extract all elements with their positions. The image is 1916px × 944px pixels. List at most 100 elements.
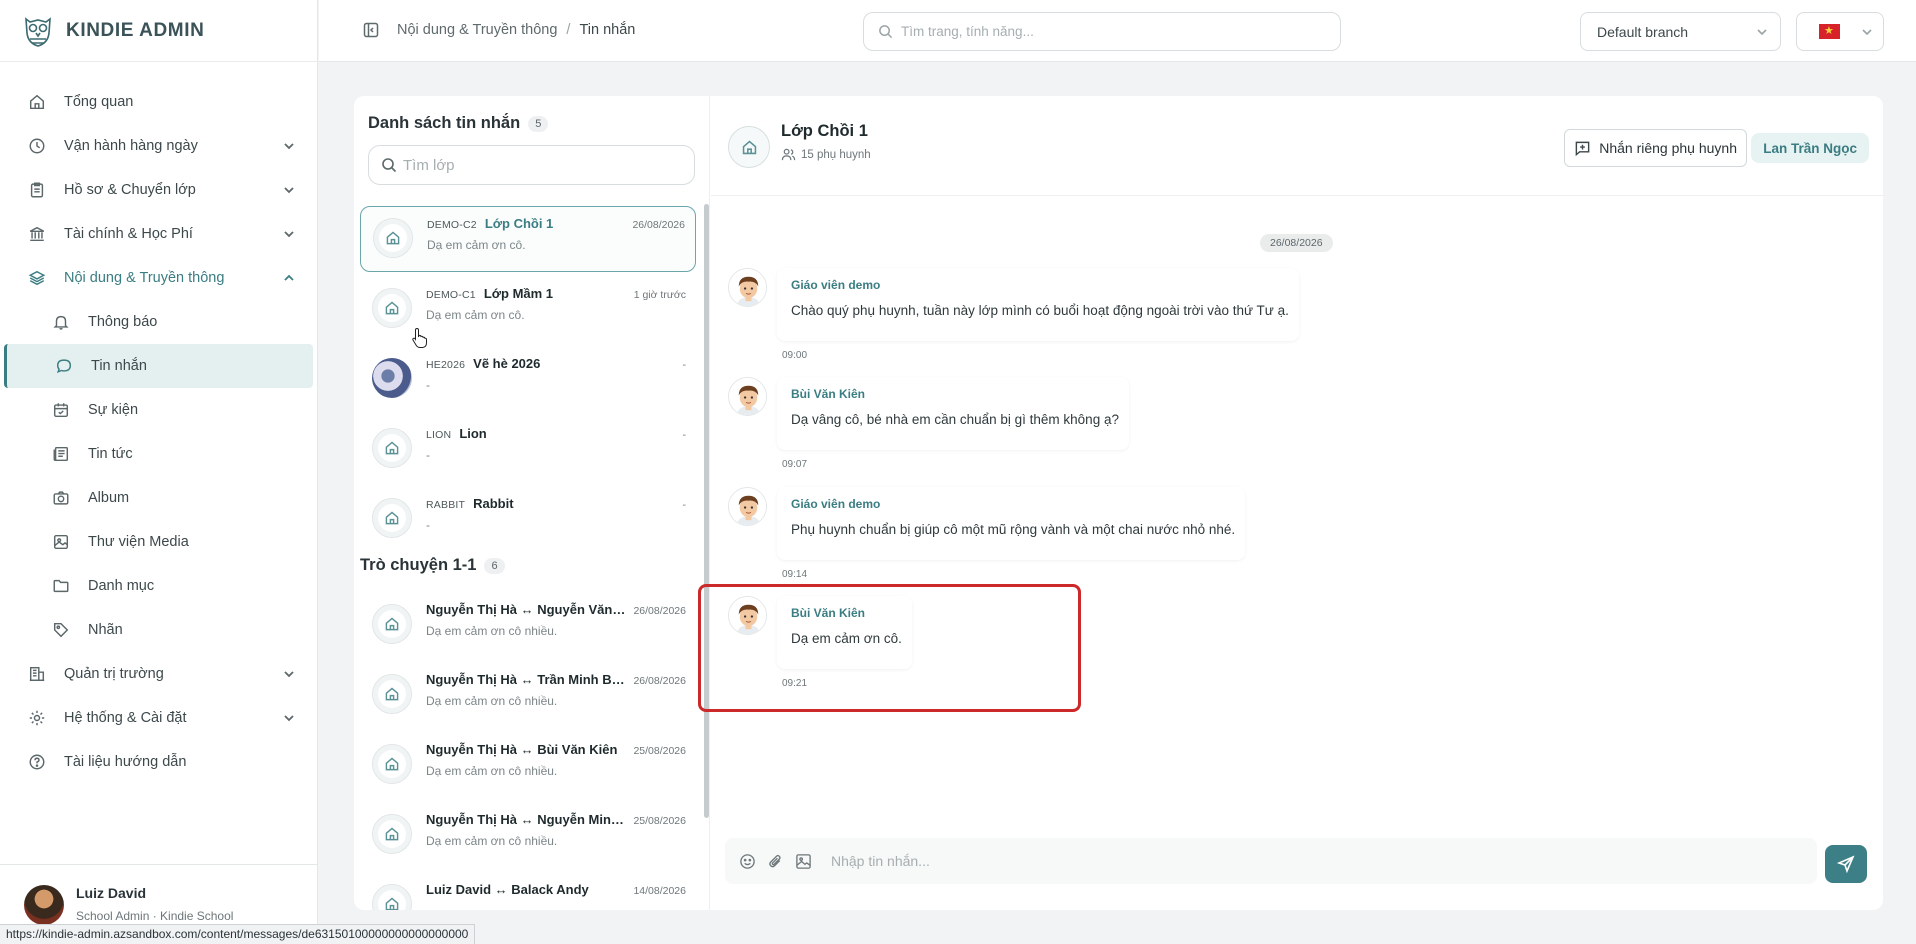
sidebar-item-tags[interactable]: Nhãn (0, 608, 317, 652)
sidebar-nav: Tổng quan Vận hành hàng ngày Hồ sơ & Chu… (0, 62, 317, 784)
conversation-date: 26/08/2026 (632, 219, 685, 231)
sidebar-item-docs[interactable]: Tài liệu hướng dẫn (0, 740, 317, 784)
message-time: 09:07 (782, 459, 808, 470)
chat-subtitle: 15 phụ huynh (781, 147, 871, 162)
home-icon (385, 827, 399, 841)
help-icon (29, 754, 45, 770)
sidebar-item-label: Hệ thống & Cài đặt (64, 710, 187, 726)
building-icon (29, 666, 45, 682)
sidebar-item-events[interactable]: Sự kiện (0, 388, 317, 432)
dm-item[interactable]: Nguyễn Thị Hà ↔ Nguyễn Minh ... 25/08/202… (360, 802, 696, 868)
conversation-preview: Dạ em cảm ơn cô nhiều. (426, 624, 558, 638)
message-sender: Giáo viên demo (791, 497, 881, 511)
conversation-date: - (682, 499, 687, 511)
newspaper-icon (53, 446, 69, 462)
sidebar-item-settings[interactable]: Hệ thống & Cài đặt (0, 696, 317, 740)
sidebar-item-notifications[interactable]: Thông báo (0, 300, 317, 344)
dm-item[interactable]: Nguyễn Thị Hà ↔ Nguyễn Văn A... 26/08/202… (360, 592, 696, 658)
sidebar-item-album[interactable]: Album (0, 476, 317, 520)
chevron-down-icon (1757, 28, 1767, 35)
message-time: 09:00 (782, 350, 808, 361)
conversation-date: 1 giờ trước (633, 289, 686, 301)
chevron-down-icon (1862, 28, 1872, 35)
image-icon[interactable] (795, 853, 812, 870)
dm-name: Luiz David ↔ Balack Andy (426, 882, 589, 897)
avatar (728, 487, 767, 526)
sidebar-item-messages[interactable]: Tin nhắn (4, 344, 313, 388)
class-avatar (372, 428, 412, 468)
avatar (728, 268, 767, 307)
conversation-preview: Dạ em cảm ơn cô nhiều. (426, 764, 558, 778)
emoji-icon[interactable] (739, 853, 756, 870)
conversation-item[interactable]: DEMO-C2 Lớp Chồi 1 26/08/2026 Dạ em cảm ơn … (360, 206, 696, 272)
sidebar-item-label: Thư viện Media (88, 534, 189, 550)
sidebar-item-overview[interactable]: Tổng quan (0, 80, 317, 124)
dm-section-title: Trò chuyện 1-1 6 (360, 556, 505, 575)
highlight-box (698, 584, 1081, 712)
message-composer[interactable]: Nhập tin nhắn... (725, 838, 1817, 884)
message-bubble: Bùi Văn Kiên Dạ vâng cô, bé nhà em cần c… (777, 377, 1129, 450)
message-text: Chào quý phụ huynh, tuần này lớp mình có… (791, 303, 1289, 318)
dm-item[interactable]: Nguyễn Thị Hà ↔ Bùi Văn Kiên 25/08/2026 Dạ… (360, 732, 696, 798)
home-icon (385, 687, 399, 701)
private-message-button[interactable]: Nhắn riêng phụ huynh (1564, 129, 1747, 167)
class-name: Rabbit (473, 496, 514, 511)
sidebar-item-records[interactable]: Hồ sơ & Chuyển lớp (0, 168, 317, 212)
conversation-item[interactable]: HE2026 Vẽ hè 2026 - - (360, 346, 696, 412)
dm-item[interactable]: Nguyễn Thị Hà ↔ Trần Minh Bình 26/08/2026… (360, 662, 696, 728)
language-select[interactable] (1796, 12, 1884, 51)
branch-select[interactable]: Default branch (1580, 12, 1781, 51)
boy-avatar-icon (729, 378, 766, 415)
breadcrumb-parent[interactable]: Nội dung & Truyền thông (397, 22, 557, 38)
chevron-down-icon (284, 671, 294, 678)
layers-icon (28, 270, 46, 286)
search-icon (382, 158, 397, 173)
paperclip-icon[interactable] (767, 853, 784, 870)
dm-name: Nguyễn Thị Hà ↔ Bùi Văn Kiên (426, 742, 618, 757)
sidebar-item-label: Thông báo (88, 314, 158, 330)
chat-class-avatar (728, 126, 770, 168)
dm-item[interactable]: Luiz David ↔ Balack Andy 14/08/2026 (360, 872, 696, 910)
sidebar-item-categories[interactable]: Danh mục (0, 564, 317, 608)
folder-icon (53, 579, 69, 593)
chevron-down-icon (284, 231, 294, 238)
conversation-scroll[interactable]: DEMO-C2 Lớp Chồi 1 26/08/2026 Dạ em cảm ơn … (354, 204, 710, 910)
sidebar-toggle-icon[interactable] (363, 22, 379, 38)
chat-header: Lớp Chồi 1 15 phụ huynh Nhắn riêng phụ h… (711, 96, 1883, 196)
sidebar-item-label: Danh mục (88, 578, 155, 594)
global-search-input[interactable]: Tìm trang, tính năng... (863, 12, 1341, 51)
list-scrollbar[interactable] (704, 204, 709, 818)
chat-messages[interactable]: 26/08/2026 Giáo viên demo Chào quý phụ h… (711, 197, 1883, 817)
breadcrumb-separator: / (566, 22, 571, 38)
conversation-item[interactable]: RABBIT Rabbit - - (360, 486, 696, 552)
sidebar-item-news[interactable]: Tin tức (0, 432, 317, 476)
send-button[interactable] (1825, 845, 1867, 883)
private-message-label: Nhắn riêng phụ huynh (1599, 140, 1737, 156)
conversation-preview: Dạ em cảm ơn cô. (426, 308, 525, 322)
users-icon (781, 148, 796, 161)
clock-icon (29, 138, 45, 154)
sidebar-item-daily-ops[interactable]: Vận hành hàng ngày (0, 124, 317, 168)
sidebar-item-finance[interactable]: Tài chính & Học Phí (0, 212, 317, 256)
parent-count: 15 phụ huynh (801, 148, 871, 161)
calendar-icon (53, 403, 69, 418)
class-name: Lion (459, 426, 487, 441)
current-user-chip[interactable]: Lan Trần Ngọc (1751, 133, 1869, 163)
conversation-preview: Dạ em cảm ơn cô nhiều. (426, 694, 558, 708)
sidebar-item-school-admin[interactable]: Quản trị trường (0, 652, 317, 696)
breadcrumb: Nội dung & Truyền thông / Tin nhắn (363, 22, 635, 38)
sidebar-item-content[interactable]: Nội dung & Truyền thông (0, 256, 317, 300)
owl-logo-icon (25, 16, 51, 47)
conversation-date: 26/08/2026 (633, 605, 686, 617)
top-bar: Nội dung & Truyền thông / Tin nhắn Tìm t… (319, 0, 1916, 62)
class-search-input[interactable]: Tìm lớp (368, 145, 695, 185)
class-name: Vẽ hè 2026 (473, 356, 541, 371)
class-search-placeholder: Tìm lớp (403, 156, 455, 174)
sidebar-item-label: Tài chính & Học Phí (64, 226, 193, 242)
conversation-item[interactable]: LION Lion - - (360, 416, 696, 482)
message-input[interactable]: Nhập tin nhắn... (831, 853, 930, 869)
sidebar-item-media-library[interactable]: Thư viện Media (0, 520, 317, 564)
class-code: LION (426, 429, 452, 441)
brand-name: KINDIE ADMIN (66, 19, 205, 41)
brand[interactable]: KINDIE ADMIN (0, 0, 317, 62)
